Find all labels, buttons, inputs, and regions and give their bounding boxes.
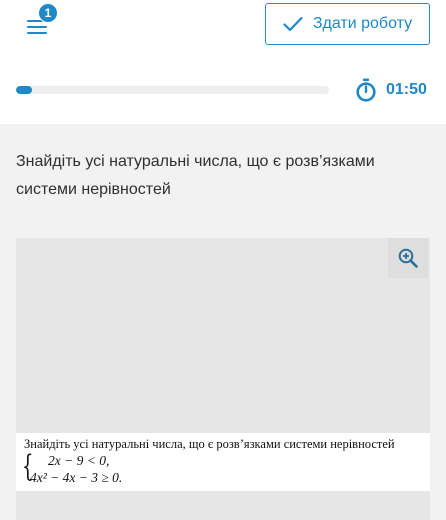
zoom-in-icon	[398, 248, 418, 268]
task-statement: Знайдіть усі натуральні числа, що є розв…	[16, 433, 430, 491]
inequality-1: 2x − 9 < 0,	[48, 453, 110, 468]
stopwatch-icon	[356, 78, 376, 102]
progress-fill	[16, 86, 32, 94]
task-image: Знайдіть усі натуральні числа, що є розв…	[16, 238, 430, 520]
timer-value: 01:50	[386, 81, 427, 98]
menu-badge: 1	[38, 3, 58, 23]
check-icon	[283, 16, 303, 32]
timer: 01:50	[355, 78, 427, 102]
zoom-button[interactable]	[388, 238, 428, 278]
task-title: Знайдіть усі натуральні числа, що є розв…	[24, 437, 395, 451]
inequality-2: 4x² − 4x − 3 ≥ 0.	[30, 470, 123, 485]
menu-button[interactable]: 1	[22, 3, 62, 40]
submit-work-button[interactable]: Здати роботу	[265, 3, 430, 45]
question-area: Знайдіть усі натуральні числа, що є розв…	[0, 124, 446, 520]
top-bar: 1 Здати роботу 01:50	[0, 0, 446, 124]
progress-bar	[16, 86, 329, 94]
submit-label: Здати роботу	[312, 15, 413, 32]
question-text: Знайдіть усі натуральні числа, що є розв…	[16, 153, 375, 198]
